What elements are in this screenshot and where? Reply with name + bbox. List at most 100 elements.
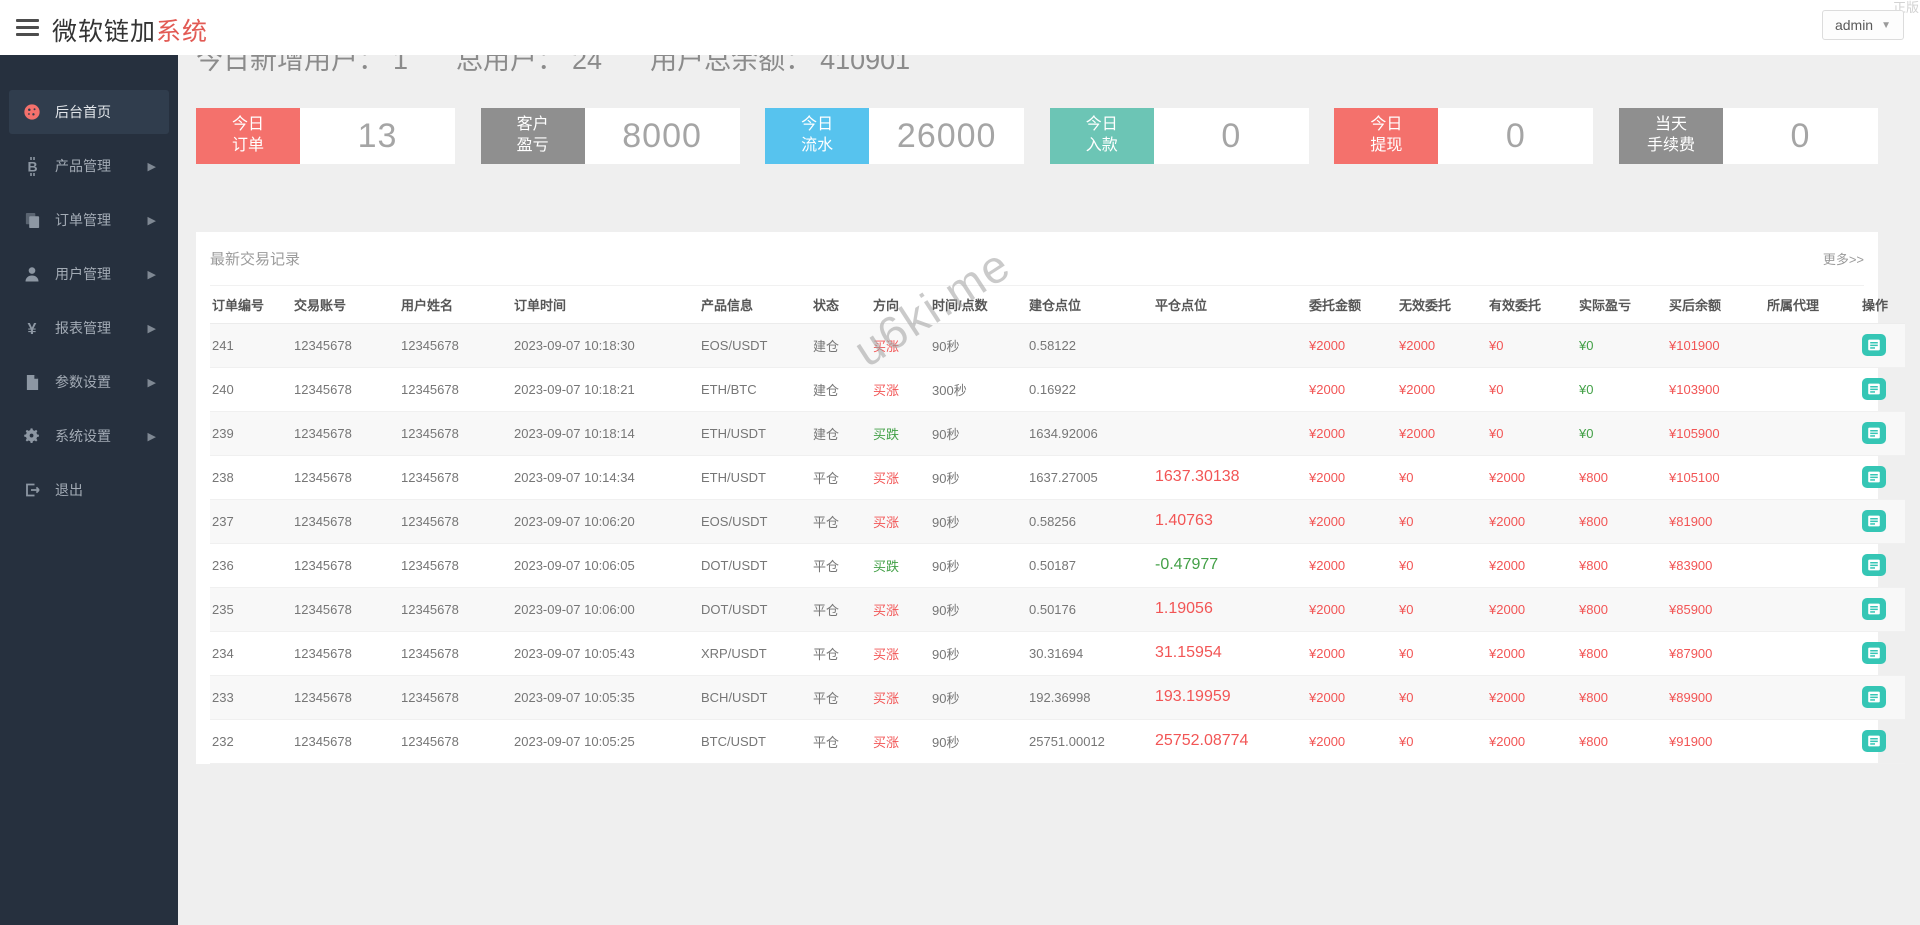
row-detail-button[interactable]	[1862, 466, 1886, 488]
cell-op	[1860, 631, 1905, 676]
cell-id: 240	[210, 367, 292, 412]
cell-duration: 90秒	[930, 587, 1027, 632]
cell-account: 12345678	[292, 543, 399, 588]
cell-valid: ¥2000	[1487, 543, 1577, 588]
sidebar-item-系统设置[interactable]: 系统设置 ▶	[9, 414, 169, 458]
cell-id: 233	[210, 675, 292, 720]
more-link[interactable]: 更多>>	[1823, 249, 1864, 268]
sidebar-item-label: 产品管理	[55, 158, 111, 174]
sidebar-item-订单管理[interactable]: 订单管理 ▶	[9, 198, 169, 242]
latest-trades-panel: 最新交易记录 更多>> 订单编号 交易账号 用户姓名 订单时间 产品信息 状态 方向 时间/点…	[196, 232, 1905, 764]
sidebar: 后台首页 B 产品管理 ▶ 订单管理 ▶ 用户管理 ▶ ¥ 报表管理 ▶ 参数设置 ▶ 系统设置 ▶ 退出	[0, 55, 178, 925]
cell-open_point: 30.31694	[1027, 631, 1153, 676]
cell-duration: 90秒	[930, 675, 1027, 720]
cell-account: 12345678	[292, 719, 399, 764]
cell-agent	[1765, 543, 1860, 588]
cell-valid: ¥2000	[1487, 631, 1577, 676]
cell-time: 2023-09-07 10:05:35	[512, 675, 699, 720]
cell-direction: 买跌	[871, 411, 930, 456]
table-row: 241 12345678 12345678 2023-09-07 10:18:30 EO…	[210, 323, 1905, 368]
cell-id: 239	[210, 411, 292, 456]
cell-agent	[1765, 411, 1860, 456]
chevron-down-icon: ▼	[1881, 19, 1891, 31]
row-detail-button[interactable]	[1862, 378, 1886, 400]
cell-direction: 买涨	[871, 631, 930, 676]
cell-time: 2023-09-07 10:18:21	[512, 367, 699, 412]
sidebar-item-label: 用户管理	[55, 266, 111, 282]
row-detail-button[interactable]	[1862, 642, 1886, 664]
cell-valid: ¥0	[1487, 323, 1577, 368]
stat-card: 今日 流水 26000	[765, 108, 1025, 164]
menu-toggle-icon[interactable]	[16, 19, 39, 36]
column-header: 所属代理	[1765, 286, 1860, 324]
cell-time: 2023-09-07 10:18:30	[512, 323, 699, 368]
sidebar-item-退出[interactable]: 退出	[9, 468, 169, 512]
cell-product: EOS/USDT	[699, 499, 811, 544]
cell-valid: ¥2000	[1487, 499, 1577, 544]
cell-open_point: 25751.00012	[1027, 719, 1153, 764]
svg-text:¥: ¥	[28, 321, 37, 337]
row-detail-button[interactable]	[1862, 554, 1886, 576]
app-logo: 微软链加系统	[52, 12, 208, 48]
cell-duration: 90秒	[930, 455, 1027, 500]
sidebar-item-后台首页[interactable]: 后台首页	[9, 90, 169, 134]
cell-invalid: ¥2000	[1397, 411, 1487, 456]
stat-card: 今日 订单 13	[196, 108, 455, 164]
stat-card-value: 8000	[584, 108, 740, 164]
row-detail-button[interactable]	[1862, 598, 1886, 620]
cell-invalid: ¥0	[1397, 543, 1487, 588]
row-detail-button[interactable]	[1862, 510, 1886, 532]
cell-amount: ¥2000	[1307, 719, 1397, 764]
cell-status: 平仓	[811, 455, 871, 500]
cell-profit: ¥0	[1577, 367, 1667, 412]
cell-name: 12345678	[399, 367, 512, 412]
cell-invalid: ¥0	[1397, 455, 1487, 500]
cell-valid: ¥0	[1487, 367, 1577, 412]
cell-account: 12345678	[292, 587, 399, 632]
cell-open_point: 192.36998	[1027, 675, 1153, 720]
cell-balance: ¥89900	[1667, 675, 1765, 720]
cell-name: 12345678	[399, 543, 512, 588]
cell-balance: ¥103900	[1667, 367, 1765, 412]
sidebar-item-用户管理[interactable]: 用户管理 ▶	[9, 252, 169, 296]
user-menu[interactable]: admin ▼	[1821, 10, 1904, 40]
stat-card-value: 0	[1722, 108, 1878, 164]
cell-time: 2023-09-07 10:05:25	[512, 719, 699, 764]
table-row: 236 12345678 12345678 2023-09-07 10:06:05 DO…	[210, 543, 1905, 588]
stat-card-value: 13	[300, 108, 455, 164]
cell-product: BCH/USDT	[699, 675, 811, 720]
row-detail-button[interactable]	[1862, 686, 1886, 708]
cell-status: 建仓	[811, 411, 871, 456]
logout-icon	[22, 480, 42, 500]
yen-icon: ¥	[22, 318, 42, 338]
stat-cards-row: 今日 订单 13 客户 盈亏 8000 今日 流水 26000 今日 入款 0 今日 提现 0 当天 手续费 0	[196, 108, 1878, 164]
sidebar-item-报表管理[interactable]: ¥ 报表管理 ▶	[9, 306, 169, 350]
bitcoin-icon: B	[22, 156, 42, 176]
cell-status: 平仓	[811, 587, 871, 632]
cell-product: BTC/USDT	[699, 719, 811, 764]
logo-suffix: 系统	[156, 18, 209, 46]
cell-id: 236	[210, 543, 292, 588]
cell-close_point: -0.47977	[1153, 543, 1307, 588]
cell-profit: ¥800	[1577, 675, 1667, 720]
cell-direction: 买涨	[871, 367, 930, 412]
cell-amount: ¥2000	[1307, 631, 1397, 676]
chevron-right-icon: ▶	[147, 160, 156, 173]
cell-close_point	[1153, 323, 1307, 368]
row-detail-button[interactable]	[1862, 422, 1886, 444]
stat-card-label: 今日 提现	[1334, 108, 1439, 164]
cell-close_point: 31.15954	[1153, 631, 1307, 676]
cell-open_point: 0.58256	[1027, 499, 1153, 544]
sidebar-item-参数设置[interactable]: 参数设置 ▶	[9, 360, 169, 404]
sidebar-item-产品管理[interactable]: B 产品管理 ▶	[9, 144, 169, 188]
table-row: 234 12345678 12345678 2023-09-07 10:05:43 XR…	[210, 631, 1905, 676]
cell-invalid: ¥0	[1397, 499, 1487, 544]
row-detail-button[interactable]	[1862, 334, 1886, 356]
cell-invalid: ¥0	[1397, 631, 1487, 676]
sidebar-menu: 后台首页 B 产品管理 ▶ 订单管理 ▶ 用户管理 ▶ ¥ 报表管理 ▶ 参数设置 ▶ 系统设置 ▶ 退出	[0, 55, 178, 512]
cell-direction: 买涨	[871, 323, 930, 368]
row-detail-button[interactable]	[1862, 730, 1886, 752]
cell-duration: 90秒	[930, 411, 1027, 456]
cell-direction: 买跌	[871, 543, 930, 588]
column-header: 建仓点位	[1027, 286, 1153, 324]
